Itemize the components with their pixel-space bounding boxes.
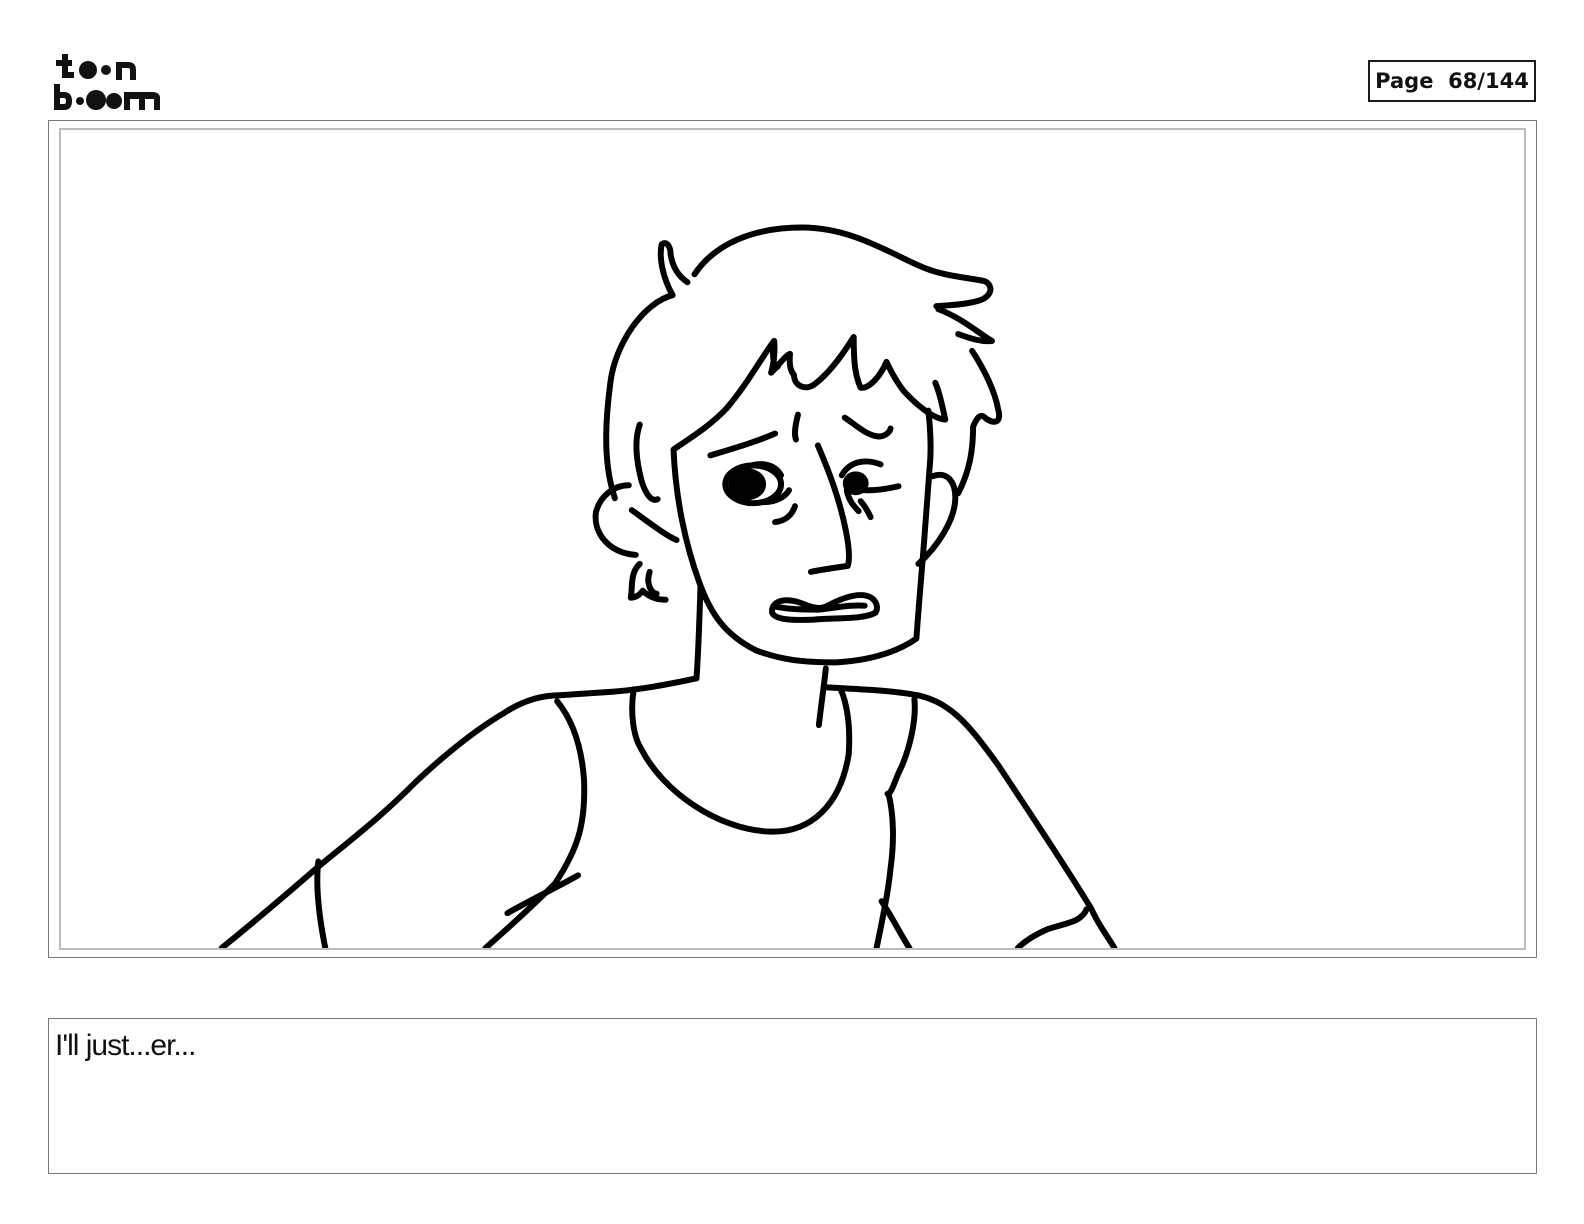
page-label: Page [1375, 69, 1434, 93]
storyboard-panel [48, 120, 1537, 958]
toonboom-logo: toon boom [52, 52, 164, 112]
panel-frame [59, 128, 1526, 950]
dialogue-text: I'll just...er... [55, 1029, 196, 1062]
dialogue-box: I'll just...er... [48, 1018, 1537, 1174]
character-sketch [218, 224, 1118, 948]
page-indicator: Page 68/144 [1368, 60, 1536, 102]
page-number: 68/144 [1448, 69, 1529, 93]
